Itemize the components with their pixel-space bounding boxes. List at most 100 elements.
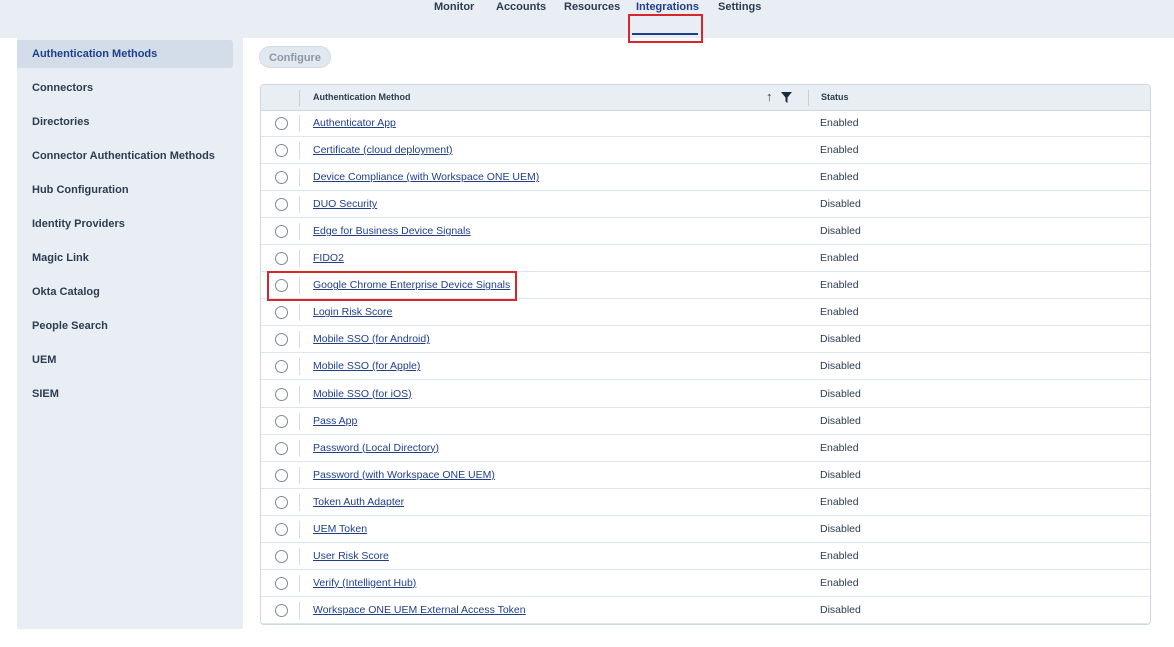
status-text: Enabled	[820, 252, 859, 265]
row-select-radio[interactable]	[275, 603, 288, 617]
table-row[interactable]: FIDO2 Enabled	[261, 245, 1150, 273]
sidebar-item-identity-providers[interactable]: Identity Providers	[17, 210, 233, 238]
filter-icon[interactable]	[781, 92, 792, 103]
sidebar-item-connectors[interactable]: Connectors	[17, 74, 233, 102]
authentication-method-link[interactable]: Password (with Workspace ONE UEM)	[313, 462, 495, 488]
table-row[interactable]: Token Auth Adapter Enabled	[261, 489, 1150, 516]
status-text: Disabled	[820, 468, 861, 481]
row-select-radio[interactable]	[275, 171, 288, 185]
row-select-radio[interactable]	[275, 225, 288, 239]
sidebar-item-uem[interactable]: UEM	[17, 346, 233, 374]
table-row[interactable]: Edge for Business Device Signals Disabled	[261, 218, 1150, 246]
authentication-method-link[interactable]: FIDO2	[313, 245, 344, 271]
authentication-method-link[interactable]: DUO Security	[313, 191, 377, 217]
table-row[interactable]: Mobile SSO (for Apple) Disabled	[261, 353, 1150, 381]
row-divider	[299, 115, 300, 132]
sidebar-item-authentication-methods[interactable]: Authentication Methods	[17, 40, 233, 68]
status-text: Disabled	[820, 603, 861, 616]
status-text: Disabled	[820, 198, 861, 211]
row-select-radio[interactable]	[275, 522, 288, 536]
authentication-method-link[interactable]: Certificate (cloud deployment)	[313, 137, 452, 163]
authentication-method-link[interactable]: Verify (Intelligent Hub)	[313, 570, 416, 596]
sidebar-item-magic-link[interactable]: Magic Link	[17, 244, 233, 272]
table-row[interactable]: Password (Local Directory) Enabled	[261, 435, 1150, 462]
status-text: Enabled	[820, 117, 859, 129]
table-row[interactable]: DUO Security Disabled	[261, 191, 1150, 219]
sidebar-item-people-search[interactable]: People Search	[17, 312, 233, 340]
row-select-radio[interactable]	[275, 144, 288, 158]
status-text: Enabled	[820, 171, 859, 184]
row-select-radio[interactable]	[275, 387, 288, 401]
authentication-method-link[interactable]: Pass App	[313, 408, 357, 434]
table-row[interactable]: User Risk Score Enabled	[261, 543, 1150, 570]
configure-button[interactable]: Configure	[259, 46, 331, 68]
sidebar: Authentication Methods Connectors Direct…	[17, 38, 243, 629]
row-divider	[299, 250, 300, 268]
top-nav: Monitor Accounts Resources Integrations …	[0, 0, 1174, 38]
authentication-method-link[interactable]: Mobile SSO (for Android)	[313, 326, 430, 352]
arrow-up-icon[interactable]: ↑	[766, 88, 773, 106]
row-divider	[299, 520, 300, 538]
row-select-radio[interactable]	[275, 198, 288, 212]
table-row[interactable]: Mobile SSO (for iOS) Disabled	[261, 381, 1150, 408]
row-select-radio[interactable]	[275, 414, 288, 428]
row-select-radio[interactable]	[275, 468, 288, 482]
status-text: Disabled	[820, 522, 861, 535]
row-divider	[299, 466, 300, 484]
status-text: Enabled	[820, 144, 859, 157]
row-divider	[299, 439, 300, 457]
table-row[interactable]: UEM Token Disabled	[261, 516, 1150, 543]
authentication-method-link[interactable]: User Risk Score	[313, 543, 389, 569]
row-select-radio[interactable]	[275, 549, 288, 563]
sidebar-item-connector-authentication-methods[interactable]: Connector Authentication Methods	[17, 142, 233, 170]
authentication-method-link[interactable]: UEM Token	[313, 516, 367, 542]
table-row[interactable]: Workspace ONE UEM External Access Token D…	[261, 597, 1150, 624]
row-select-radio[interactable]	[275, 117, 288, 130]
tab-resources[interactable]: Resources	[564, 0, 620, 26]
table-row[interactable]: Authenticator App Enabled	[261, 110, 1150, 137]
authentication-method-link[interactable]: Edge for Business Device Signals	[313, 218, 471, 244]
row-select-radio[interactable]	[275, 252, 288, 266]
status-text: Enabled	[820, 576, 859, 589]
authentication-method-link[interactable]: Login Risk Score	[313, 299, 392, 325]
row-divider	[299, 574, 300, 592]
header-divider	[299, 90, 300, 106]
table-row[interactable]: Login Risk Score Enabled	[261, 299, 1150, 327]
authentication-method-link[interactable]: Token Auth Adapter	[313, 489, 404, 515]
sidebar-item-hub-configuration[interactable]: Hub Configuration	[17, 176, 233, 204]
tab-settings[interactable]: Settings	[718, 0, 761, 26]
sidebar-item-directories[interactable]: Directories	[17, 108, 233, 136]
row-select-radio[interactable]	[275, 441, 288, 455]
table-row[interactable]: Verify (Intelligent Hub) Enabled	[261, 570, 1150, 597]
authentication-method-link[interactable]: Authenticator App	[313, 110, 396, 136]
row-divider	[299, 304, 300, 322]
row-select-radio[interactable]	[275, 306, 288, 320]
auth-methods-table: Authentication Method ↑ Status Authentic…	[260, 84, 1151, 625]
tab-monitor[interactable]: Monitor	[434, 0, 474, 26]
row-select-radio[interactable]	[275, 360, 288, 374]
table-row[interactable]: Password (with Workspace ONE UEM) Disable…	[261, 462, 1150, 489]
header-divider	[808, 90, 809, 106]
column-header-status[interactable]: Status	[821, 85, 849, 110]
tab-accounts[interactable]: Accounts	[496, 0, 546, 26]
table-row[interactable]: Device Compliance (with Workspace ONE UE…	[261, 164, 1150, 192]
row-divider	[299, 196, 300, 214]
sidebar-item-siem[interactable]: SIEM	[17, 380, 233, 408]
sidebar-item-okta-catalog[interactable]: Okta Catalog	[17, 278, 233, 306]
authentication-method-link[interactable]: Mobile SSO (for Apple)	[313, 353, 420, 379]
column-header-authentication-method[interactable]: Authentication Method	[313, 85, 411, 110]
row-select-radio[interactable]	[275, 333, 288, 347]
authentication-method-link[interactable]: Workspace ONE UEM External Access Token	[313, 597, 526, 623]
status-text: Enabled	[820, 495, 859, 508]
row-select-radio[interactable]	[275, 495, 288, 509]
row-select-radio[interactable]	[275, 576, 288, 590]
authentication-method-link[interactable]: Mobile SSO (for iOS)	[313, 381, 412, 407]
row-divider	[299, 601, 300, 619]
row-divider	[299, 385, 300, 403]
authentication-method-link[interactable]: Device Compliance (with Workspace ONE UE…	[313, 164, 539, 190]
authentication-method-link[interactable]: Password (Local Directory)	[313, 435, 439, 461]
table-row[interactable]: Pass App Disabled	[261, 408, 1150, 435]
table-row[interactable]: Certificate (cloud deployment) Enabled	[261, 137, 1150, 165]
table-row[interactable]: Mobile SSO (for Android) Disabled	[261, 326, 1150, 354]
highlight-box-integrations	[628, 14, 703, 43]
